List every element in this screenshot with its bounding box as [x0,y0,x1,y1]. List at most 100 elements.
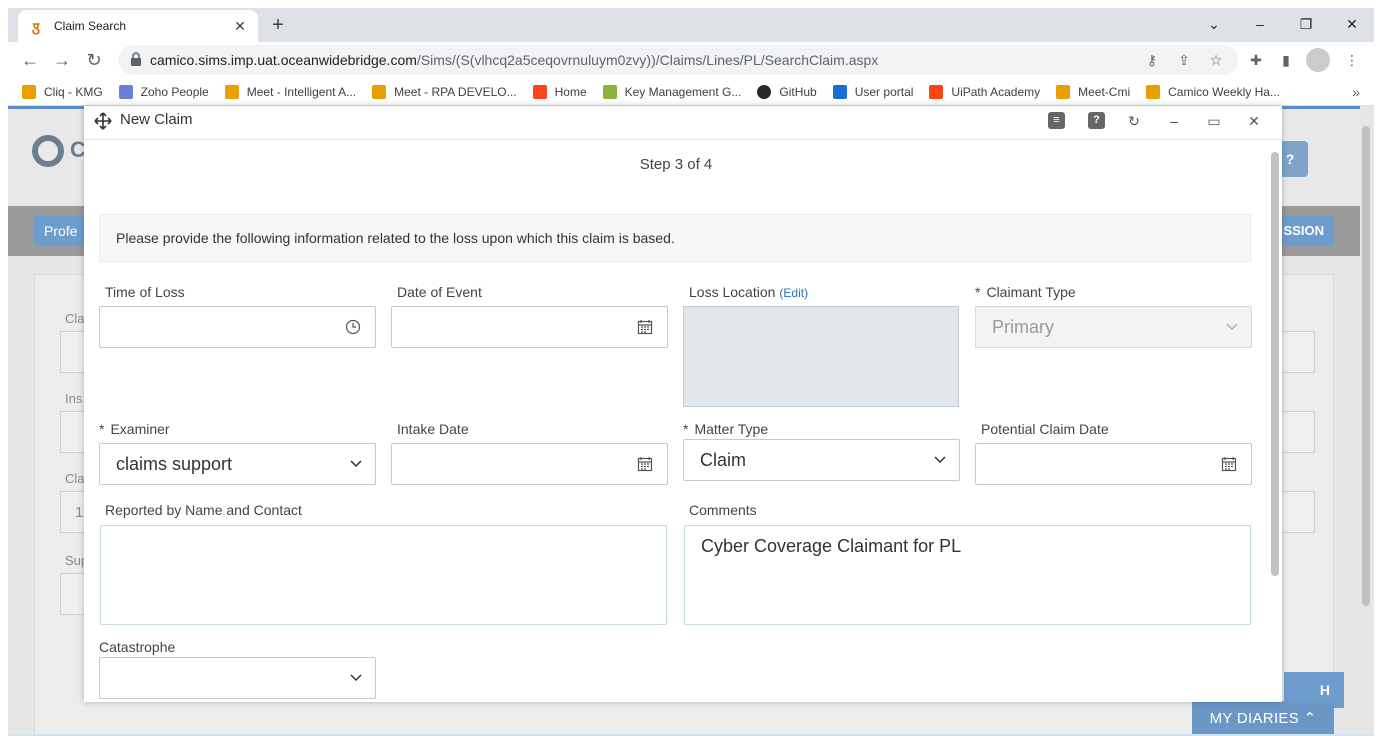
chevron-up-icon: ⌃ [1303,710,1317,727]
bg-value: 1 [75,504,84,521]
share-icon[interactable]: ⇪ [1174,50,1194,70]
bookmark-item[interactable]: Cliq - KMG [22,84,103,99]
side-panel-icon[interactable]: ▮ [1274,48,1298,72]
claimant-type-label: * Claimant Type [975,284,1076,300]
key-icon[interactable]: ⚷ [1142,50,1162,70]
move-icon[interactable] [94,112,112,130]
bookmark-icon [832,84,847,99]
address-bar[interactable]: camico.sims.imp.uat.oceanwidebridge.com/… [118,45,1238,75]
bookmark-icon [372,84,387,99]
chevron-down-icon [350,674,362,682]
chevron-down-icon [350,460,362,468]
profile-avatar[interactable] [1306,48,1330,72]
lock-icon [131,52,141,66]
bookmark-label: Zoho People [140,84,209,99]
intake-date-label: Intake Date [397,421,469,437]
bookmark-item[interactable]: Camico Weekly Ha... [1146,84,1280,99]
bookmark-icon [1056,84,1071,99]
date-of-event-field[interactable] [391,306,668,348]
examiner-value: claims support [116,454,233,474]
chevron-down-icon [1226,323,1238,330]
examiner-label-text: Examiner [110,421,170,437]
url-host: camico.sims.imp.uat.oceanwidebridge.com [150,52,417,68]
date-of-event-label: Date of Event [397,284,482,300]
claim-favicon-icon: ꟑ [31,18,41,34]
reported-by-textarea[interactable] [100,525,667,625]
comments-textarea[interactable]: Cyber Coverage Claimant for PL [684,525,1251,625]
my-diaries-button[interactable]: MY DIARIES ⌃ [1192,701,1334,736]
potential-claim-date-field[interactable] [975,443,1252,485]
loss-location-field [683,306,959,407]
restore-icon[interactable]: ❐ [1286,12,1326,36]
bookmark-label: Meet - RPA DEVELO... [394,84,517,99]
close-tab-icon[interactable]: ✕ [232,18,248,35]
notes-icon[interactable]: ≡ [1048,112,1065,129]
tab-title: Claim Search [54,19,127,33]
claimant-type-select[interactable]: Primary [975,306,1252,348]
close-window-icon[interactable]: ✕ [1332,12,1372,36]
bookmarks-overflow-button[interactable]: » [1352,84,1360,100]
info-banner: Please provide the following information… [99,214,1251,262]
close-dialog-icon[interactable]: ✕ [1244,111,1264,131]
clock-icon[interactable] [345,319,361,335]
bookmark-icon [22,84,36,99]
calendar-icon[interactable] [637,456,653,472]
bookmark-item[interactable]: UiPath Academy [929,84,1041,99]
bookmark-item[interactable]: Meet - Intelligent A... [224,84,356,99]
tab-strip: ꟑ Claim Search ✕ + ⌄ – ❐ ✕ [8,8,1374,42]
dialog-titlebar[interactable]: New Claim ≡ ? ↻ – ▭ ✕ [84,106,1282,140]
bookmark-item[interactable]: Meet-Cmi [1056,84,1130,99]
reload-icon[interactable]: ↻ [82,48,106,72]
page-scrollbar[interactable] [1362,126,1370,606]
refresh-icon[interactable]: ↻ [1124,111,1144,131]
bg-label: Cla [65,311,85,326]
minimize-dialog-icon[interactable]: – [1164,111,1184,131]
forward-icon[interactable]: → [50,48,74,72]
browser-toolbar: ← → ↻ camico.sims.imp.uat.oceanwidebridg… [8,42,1374,78]
bookmark-item[interactable]: Home [532,84,587,99]
intake-date-field[interactable] [391,443,668,485]
edit-loss-location-link[interactable]: (Edit) [779,286,808,300]
bookmark-item[interactable]: GitHub [757,84,817,99]
loss-location-label: Loss Location (Edit) [689,284,808,300]
dialog-title: New Claim [120,111,193,128]
calendar-icon[interactable] [1221,456,1237,472]
bookmark-icon [602,84,617,99]
new-tab-button[interactable]: + [266,14,290,38]
matter-type-label: * Matter Type [683,421,768,437]
extensions-icon[interactable]: ✚ [1244,48,1268,72]
examiner-select[interactable]: claims support [99,443,376,485]
browser-tab[interactable]: ꟑ Claim Search ✕ [18,10,258,42]
maximize-dialog-icon[interactable]: ▭ [1204,111,1224,131]
menu-icon[interactable]: ⋮ [1340,48,1364,72]
bookmark-label: GitHub [779,84,817,99]
time-of-loss-field[interactable] [99,306,376,348]
bookmark-label: Camico Weekly Ha... [1168,84,1280,99]
bookmark-item[interactable]: Key Management G... [602,84,742,99]
loss-location-label-text: Loss Location [689,284,776,300]
bookmark-label: Key Management G... [624,84,742,99]
tab-search-icon[interactable]: ⌄ [1194,12,1234,36]
new-claim-dialog: New Claim ≡ ? ↻ – ▭ ✕ Step 3 of 4 Please… [84,106,1282,702]
matter-type-select[interactable]: Claim [683,439,960,481]
star-icon[interactable]: ☆ [1206,50,1226,70]
bookmark-label: User portal [854,84,914,99]
bookmark-item[interactable]: Meet - RPA DEVELO... [372,84,517,99]
matter-type-label-text: Matter Type [694,421,769,437]
bg-label: Ins [65,391,83,406]
help-icon[interactable]: ? [1088,112,1105,129]
browser-window: ꟑ Claim Search ✕ + ⌄ – ❐ ✕ ← → ↻ camico.… [8,8,1374,736]
bookmark-item[interactable]: User portal [832,84,914,99]
back-icon[interactable]: ← [18,48,42,72]
bookmark-label: UiPath Academy [951,84,1041,99]
claimant-type-label-text: Claimant Type [986,284,1076,300]
catastrophe-select[interactable] [99,657,376,699]
bookmarks-bar: Cliq - KMG Zoho People Meet - Intelligen… [8,78,1374,106]
comments-value: Cyber Coverage Claimant for PL [701,536,962,556]
bookmark-label: Home [554,84,587,99]
minimize-icon[interactable]: – [1240,12,1280,36]
bookmark-item[interactable]: Zoho People [118,84,209,99]
calendar-icon[interactable] [637,319,653,335]
step-indicator: Step 3 of 4 [639,156,713,173]
dialog-scrollbar[interactable] [1271,152,1279,576]
